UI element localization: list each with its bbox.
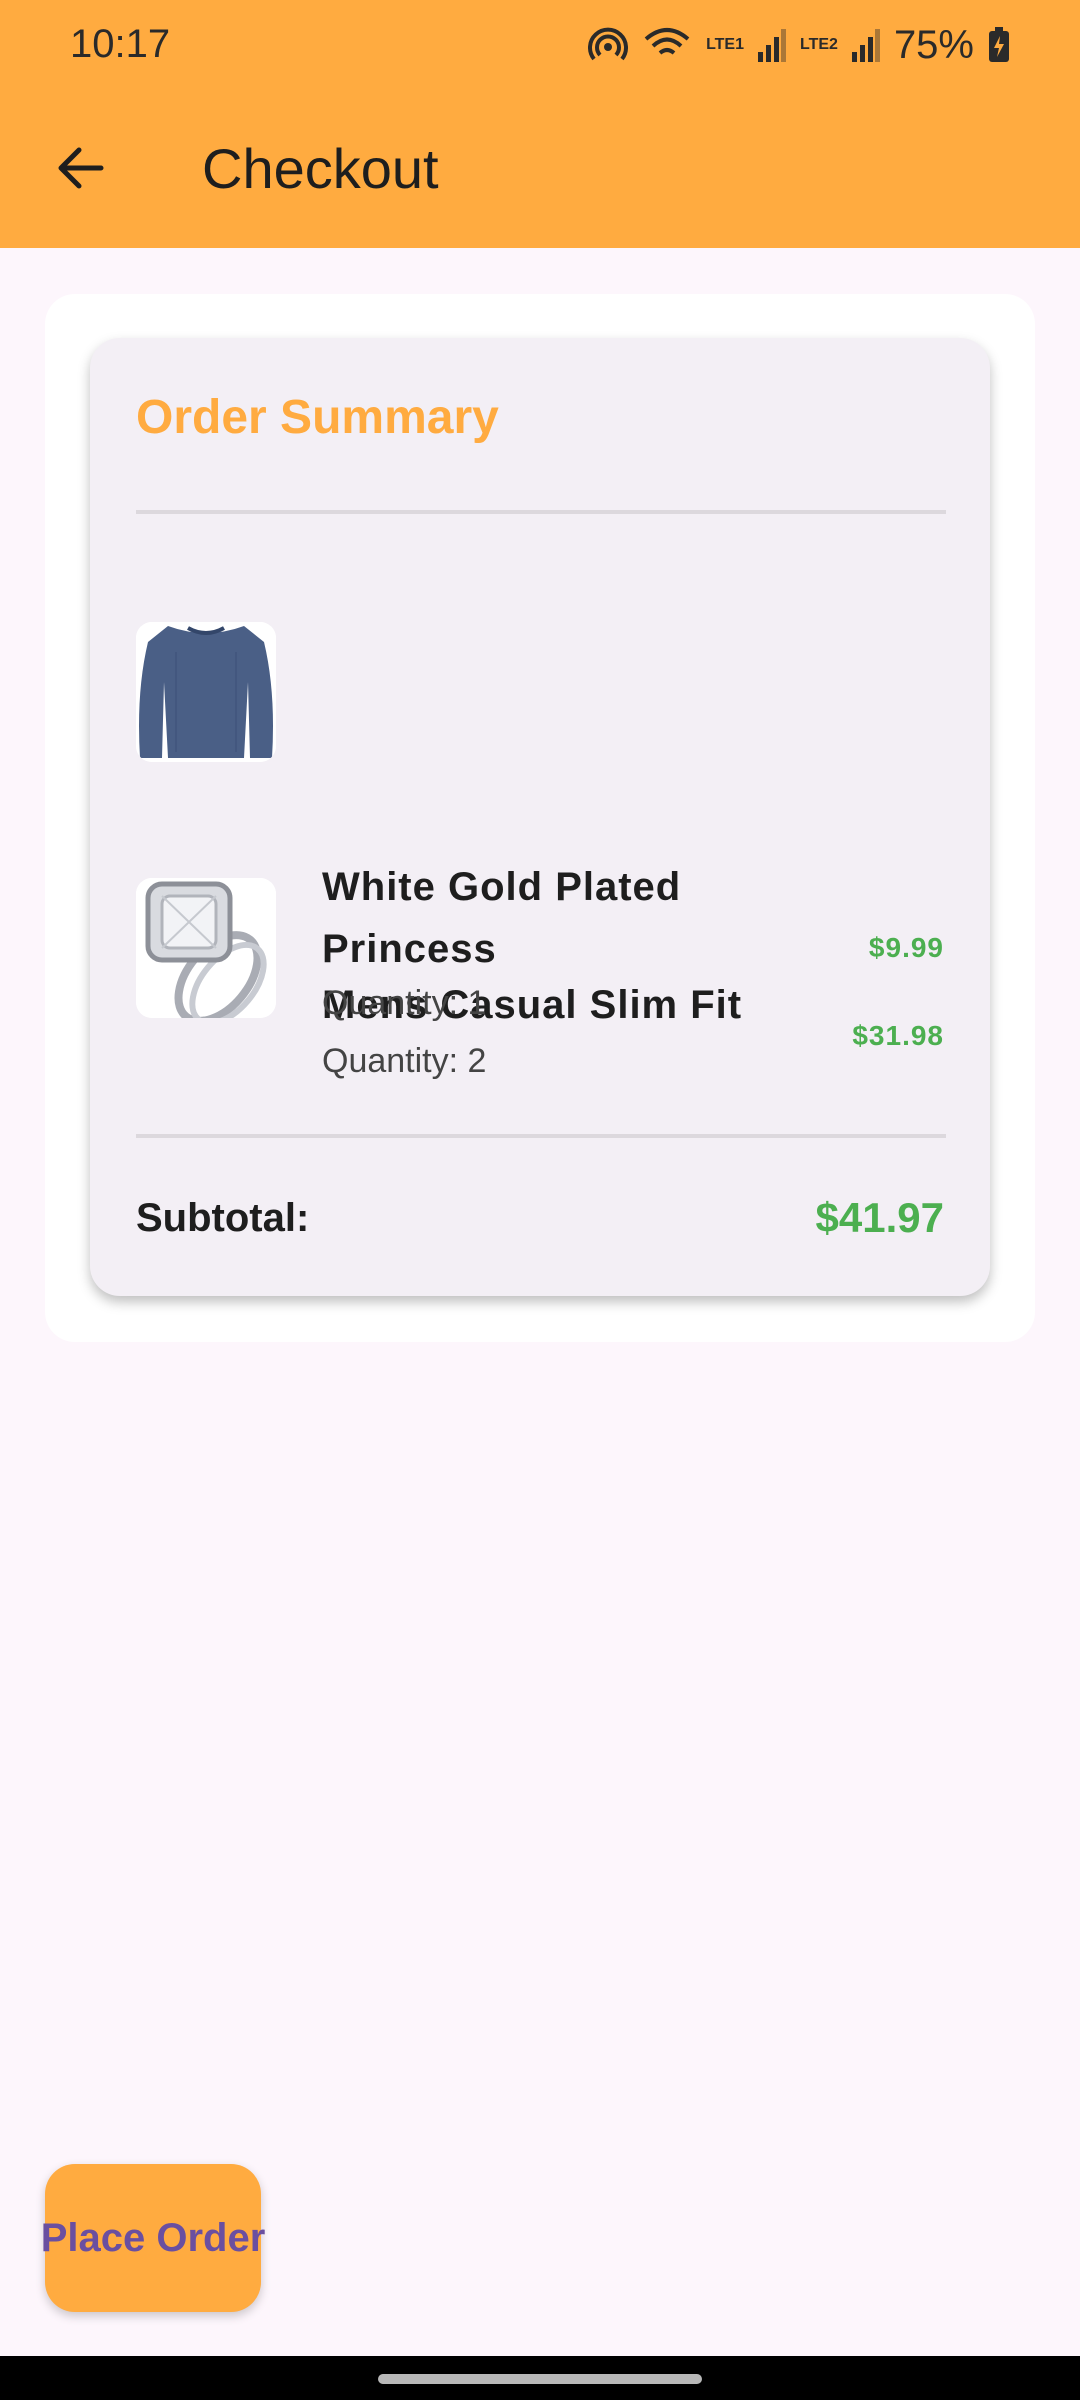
place-order-button[interactable]: Place Order (41, 2164, 265, 2312)
item-price: $31.98 (852, 1020, 944, 1051)
battery-percent: 75% (893, 22, 974, 67)
home-indicator[interactable] (378, 2374, 702, 2384)
subtotal-value: $41.97 (815, 1194, 944, 1241)
sim1-label: LTE1 (706, 36, 744, 53)
hotspot-icon (588, 27, 628, 61)
order-summary-card: Order Summary Mens Casual Slim Fit Quant… (90, 338, 990, 1296)
shirt-image (136, 622, 276, 762)
arrow-back-icon (58, 147, 104, 189)
item-quantity: Quantity: 1 (322, 984, 487, 1022)
signal-icon-2 (851, 29, 880, 62)
product-image-ring (136, 878, 276, 1018)
ring-image (136, 878, 276, 1018)
item-price: $9.99 (868, 932, 944, 963)
back-button[interactable] (40, 128, 120, 208)
page-title: Checkout (202, 137, 439, 200)
item-quantity: Quantity: 2 (322, 1042, 487, 1080)
battery-charging-icon (989, 27, 1009, 62)
wifi-icon (644, 28, 690, 55)
order-summary-title: Order Summary (136, 391, 499, 444)
status-icons: LTE1 LTE2 75% (588, 20, 1010, 70)
status-time: 10:17 (70, 22, 171, 66)
subtotal-label: Subtotal: (136, 1196, 310, 1240)
divider-bottom (136, 1134, 946, 1138)
sim2-label: LTE2 (800, 36, 838, 53)
product-image-shirt (136, 622, 276, 762)
divider-top (136, 510, 946, 514)
app-bar: 10:17 LTE1 LTE2 75% Checkout (0, 0, 1080, 248)
signal-icon-1 (758, 29, 786, 62)
item-name: White Gold Plated Princess (322, 865, 682, 971)
